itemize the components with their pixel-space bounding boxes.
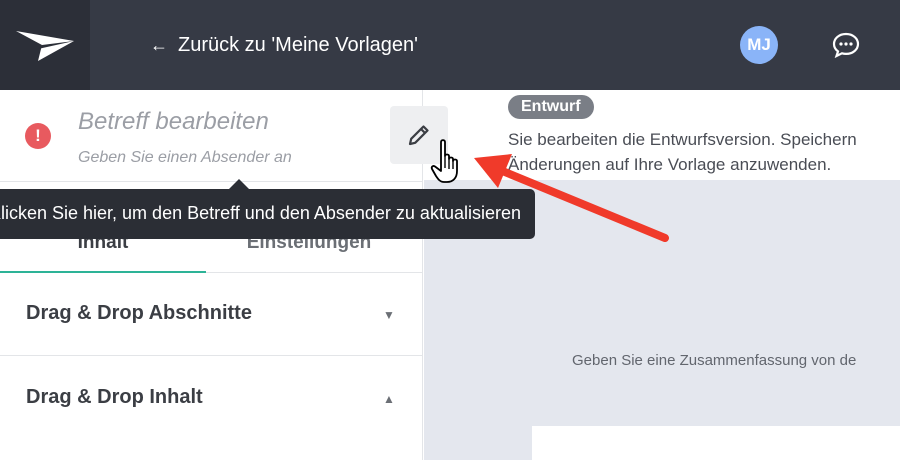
section-drag-drop-content[interactable]: Drag & Drop Inhalt ▲ [0,356,423,440]
draft-notice-line2: Änderungen auf Ihre Vorlage anzuwenden. [508,155,832,174]
subject-title: Betreff bearbeiten [78,108,269,135]
status-badge: Entwurf [508,95,594,119]
caret-down-icon: ▼ [383,308,395,322]
draft-info: Entwurf Sie bearbeiten die Entwurfsversi… [474,90,900,180]
paper-plane-logo-icon [16,31,74,61]
tooltip-text: Klicken Sie hier, um den Betreff und den… [0,203,521,223]
chat-bubble-icon[interactable] [832,32,860,63]
error-icon: ! [25,123,51,149]
avatar[interactable]: MJ [740,26,778,64]
section-label: Drag & Drop Inhalt [26,386,203,408]
tooltip-arrow [229,179,249,189]
subject-card[interactable]: ! Betreff bearbeiten Geben Sie einen Abs… [0,90,448,182]
top-bar: ← Zurück zu 'Meine Vorlagen' MJ [0,0,900,90]
sender-placeholder: Geben Sie einen Absender an [78,149,292,166]
section-label: Drag & Drop Abschnitte [26,302,252,324]
app-logo[interactable] [0,0,90,90]
pencil-icon [408,125,429,146]
tooltip: Klicken Sie hier, um den Betreff und den… [0,189,535,239]
arrow-left-icon: ← [150,34,168,55]
back-to-templates-link[interactable]: ← Zurück zu 'Meine Vorlagen' [150,32,418,58]
editor-sidebar: ! Betreff bearbeiten Geben Sie einen Abs… [0,90,448,460]
draft-notice-line1: Sie bearbeiten die Entwurfsversion. Spei… [508,130,857,149]
caret-up-icon: ▲ [383,392,395,406]
preview-content-block[interactable] [532,426,900,460]
section-drag-drop-sections[interactable]: Drag & Drop Abschnitte ▼ [0,272,423,356]
preview-summary-text[interactable]: Geben Sie eine Zusammenfassung von de [572,352,856,369]
back-link-label: Zurück zu 'Meine Vorlagen' [178,33,418,56]
edit-subject-button[interactable] [390,106,448,164]
draft-notice: Sie bearbeiten die Entwurfsversion. Spei… [508,127,898,177]
